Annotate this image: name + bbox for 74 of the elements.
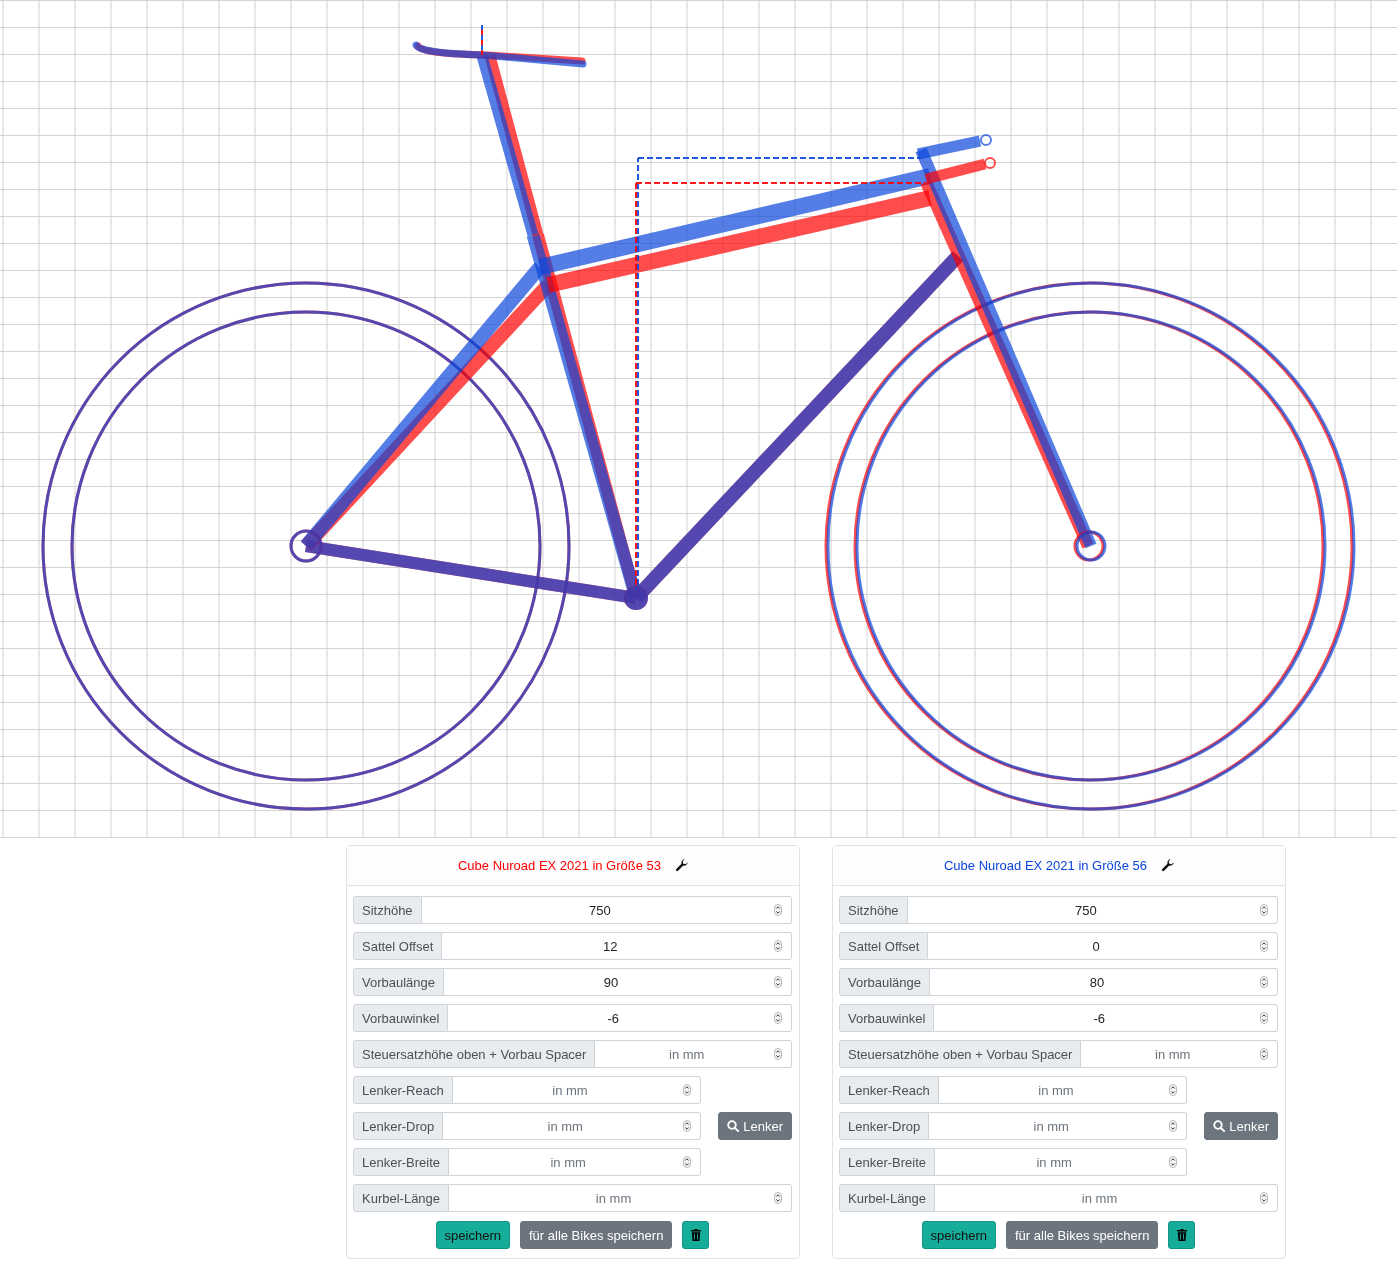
front-axle [1073, 530, 1107, 562]
stepper-icon[interactable] [683, 1156, 692, 1168]
number-field[interactable]: 12 [442, 932, 792, 960]
wrench-icon[interactable] [1161, 859, 1175, 872]
field-label: Sattel Offset [353, 932, 443, 960]
number-field[interactable]: 750 [421, 896, 792, 924]
stepper-icon[interactable] [1260, 940, 1268, 952]
number-field[interactable]: in mm [595, 1040, 792, 1068]
stepper-icon[interactable] [1260, 1192, 1268, 1204]
number-field[interactable]: -6 [448, 1004, 792, 1032]
stepper-icon[interactable] [1260, 904, 1268, 916]
number-field[interactable]: in mm [1081, 1040, 1278, 1068]
bottom-bracket [624, 586, 648, 610]
field-label: Lenker-Reach [353, 1076, 453, 1104]
number-field[interactable]: in mm [443, 1112, 702, 1140]
number-field[interactable]: 0 [928, 932, 1278, 960]
stepper-icon[interactable] [774, 1048, 782, 1060]
field-label: Vorbauwinkel [353, 1004, 449, 1032]
number-field[interactable]: 750 [907, 896, 1278, 924]
number-field[interactable]: in mm [929, 1112, 1188, 1140]
stepper-icon[interactable] [774, 1012, 782, 1024]
field-label: Kurbel-Länge [839, 1184, 936, 1212]
save-button[interactable]: speichern [435, 1221, 510, 1249]
save-all-button[interactable]: für alle Bikes speichern [1006, 1221, 1159, 1249]
field-label: Lenker-Drop [839, 1112, 930, 1140]
bike-title: Cube Nuroad EX 2021 in Größe 53 [457, 858, 662, 873]
trash-icon [1176, 1229, 1187, 1241]
handlebar-search-button[interactable]: Lenker [718, 1112, 792, 1140]
stepper-icon[interactable] [1169, 1120, 1178, 1132]
field-label: Lenker-Breite [353, 1148, 450, 1176]
number-field[interactable]: 90 [444, 968, 792, 996]
save-all-button[interactable]: für alle Bikes speichern [520, 1221, 673, 1249]
search-icon [727, 1120, 740, 1132]
stepper-icon[interactable] [1260, 1012, 1268, 1024]
save-button[interactable]: speichern [921, 1221, 996, 1249]
number-field[interactable]: in mm [452, 1076, 702, 1104]
field-label: Lenker-Breite [839, 1148, 936, 1176]
stepper-icon[interactable] [774, 1192, 782, 1204]
bike-title: Cube Nuroad EX 2021 in Größe 56 [943, 858, 1148, 873]
field-label: Kurbel-Länge [353, 1184, 450, 1212]
number-field[interactable]: in mm [938, 1076, 1188, 1104]
stepper-icon[interactable] [774, 904, 782, 916]
field-label: Vorbauwinkel [839, 1004, 935, 1032]
delete-button[interactable] [682, 1221, 710, 1249]
field-label: Sattel Offset [839, 932, 929, 960]
number-field[interactable]: in mm [935, 1184, 1278, 1212]
number-field[interactable]: 80 [930, 968, 1278, 996]
saddle-guide-line [481, 24, 483, 56]
stepper-icon[interactable] [774, 940, 782, 952]
stepper-icon[interactable] [1169, 1084, 1178, 1096]
wrench-icon[interactable] [675, 859, 689, 872]
trash-icon [690, 1229, 701, 1241]
search-icon [1213, 1120, 1226, 1132]
stepper-icon[interactable] [774, 976, 782, 988]
field-label: Vorbaulänge [839, 968, 930, 996]
stepper-icon[interactable] [1260, 976, 1268, 988]
field-label: Steuersatzhöhe oben + Vorbau Spacer [353, 1040, 596, 1068]
field-label: Sitzhöhe [839, 896, 908, 924]
stepper-icon[interactable] [683, 1084, 692, 1096]
stepper-icon[interactable] [1169, 1156, 1178, 1168]
rear-axle [289, 529, 323, 563]
field-label: Vorbaulänge [353, 968, 444, 996]
number-field[interactable]: in mm [935, 1148, 1188, 1176]
delete-button[interactable] [1168, 1221, 1196, 1249]
number-field[interactable]: -6 [934, 1004, 1278, 1032]
handlebar-search-button[interactable]: Lenker [1204, 1112, 1278, 1140]
stepper-icon[interactable] [683, 1120, 692, 1132]
number-field[interactable]: in mm [449, 1148, 702, 1176]
field-label: Sitzhöhe [353, 896, 422, 924]
field-label: Lenker-Reach [839, 1076, 939, 1104]
number-field[interactable]: in mm [449, 1184, 792, 1212]
stepper-icon[interactable] [1260, 1048, 1268, 1060]
field-label: Lenker-Drop [353, 1112, 444, 1140]
field-label: Steuersatzhöhe oben + Vorbau Spacer [839, 1040, 1082, 1068]
